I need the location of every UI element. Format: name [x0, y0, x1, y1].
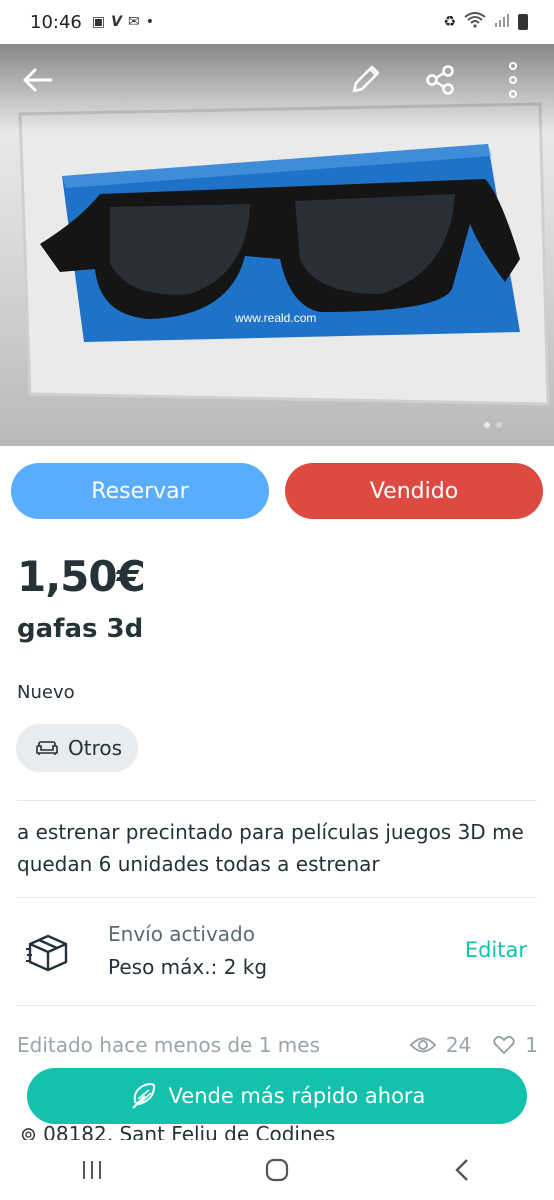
share-icon: [426, 65, 454, 95]
sell-faster-button[interactable]: Vende más rápido ahora: [27, 1068, 527, 1124]
recycle-icon: ♻: [443, 14, 456, 30]
pencil-icon: [352, 65, 380, 93]
system-icons: ♻: [443, 12, 528, 32]
share-button[interactable]: [418, 58, 462, 102]
pager-dot: [484, 422, 490, 428]
back-button[interactable]: [16, 58, 60, 102]
home-icon: [265, 1158, 289, 1182]
divider: [17, 1005, 537, 1006]
divider: [17, 800, 537, 801]
pager-dot: [496, 422, 502, 428]
more-options-button[interactable]: [491, 58, 535, 102]
category-chip[interactable]: Otros: [16, 724, 139, 772]
shipping-status: Envío activado: [108, 922, 255, 946]
image-notification-icon: ▣: [91, 14, 106, 30]
views-count: 24: [445, 1033, 472, 1057]
battery-icon: [518, 14, 528, 30]
sold-button[interactable]: Vendido: [285, 463, 543, 519]
wifi-icon: [464, 12, 486, 32]
home-button[interactable]: [247, 1148, 307, 1192]
hero-gradient: [0, 44, 554, 134]
feather-icon: [131, 1083, 155, 1109]
eye-icon: [409, 1037, 436, 1053]
product-image[interactable]: www.reald.com: [0, 44, 554, 446]
recent-apps-button[interactable]: [62, 1148, 122, 1192]
notification-icons: ▣ V ✉ •: [92, 14, 154, 30]
more-vertical-icon: [509, 62, 517, 98]
chevron-left-icon: [454, 1159, 468, 1181]
recent-apps-icon: [83, 1161, 102, 1179]
likes-count: 1: [525, 1033, 538, 1057]
mail-notification-icon: ✉: [127, 14, 140, 30]
heart-icon: [493, 1035, 516, 1055]
reserve-button[interactable]: Reservar: [11, 463, 269, 519]
edit-button[interactable]: [343, 58, 387, 102]
edited-timestamp: Editado hace menos de 1 mes: [17, 1033, 320, 1057]
listing-stats: 24 1: [409, 1033, 538, 1057]
status-bar: 10:46 ▣ V ✉ • ♻: [0, 0, 554, 44]
product-condition: Nuevo: [17, 682, 75, 703]
product-title: gafas 3d: [17, 614, 144, 644]
dot-icon: •: [145, 14, 154, 30]
sofa-icon: [36, 741, 58, 755]
status-time: 10:46: [30, 11, 82, 33]
edit-shipping-link[interactable]: Editar: [465, 938, 527, 962]
back-arrow-icon: [23, 68, 53, 92]
location-text: ⊚ 08182, Sant Feliu de Codines: [20, 1122, 336, 1140]
image-pager: [484, 422, 502, 428]
signal-icon: [494, 12, 510, 32]
action-buttons: Reservar Vendido: [11, 463, 543, 519]
category-label: Otros: [68, 736, 123, 760]
product-description: a estrenar precintado para películas jue…: [17, 820, 524, 876]
sell-faster-label: Vende más rápido ahora: [168, 1084, 426, 1108]
app-notification-icon: V: [111, 14, 122, 30]
box-icon: [25, 933, 71, 977]
divider: [17, 897, 537, 898]
shipping-weight: Peso máx.: 2 kg: [108, 955, 268, 979]
svg-text:www.reald.com: www.reald.com: [234, 311, 316, 325]
product-price: 1,50€: [17, 552, 146, 601]
back-nav-button[interactable]: [432, 1148, 492, 1192]
system-nav-bar: [0, 1140, 554, 1200]
